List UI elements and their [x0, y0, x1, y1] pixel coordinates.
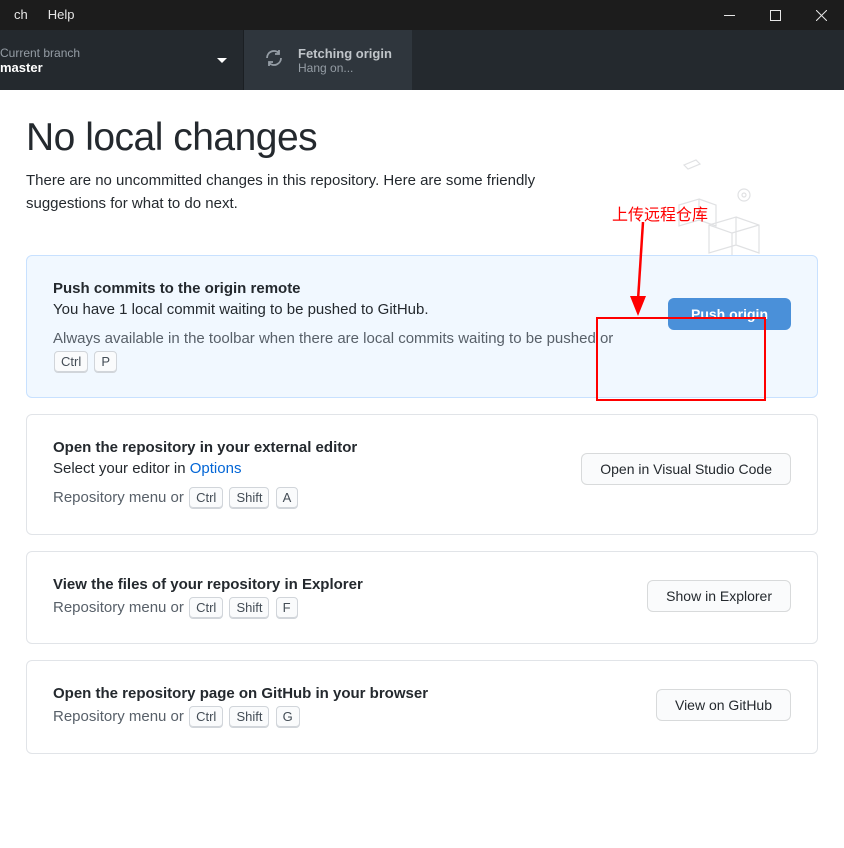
editor-card-hint: Repository menu or Ctrl Shift A [53, 487, 565, 510]
fetch-status: Hang on... [298, 61, 392, 75]
push-card: Push commits to the origin remote You ha… [26, 255, 818, 398]
editor-card-title: Open the repository in your external edi… [53, 439, 565, 456]
kbd-g: G [276, 706, 300, 728]
github-card-hint: Repository menu or Ctrl Shift G [53, 706, 640, 729]
github-card: Open the repository page on GitHub in yo… [26, 660, 818, 754]
sync-icon [264, 48, 284, 73]
page-title: No local changes [26, 116, 818, 160]
editor-card: Open the repository in your external edi… [26, 414, 818, 535]
current-branch-dropdown[interactable]: Current branch master [0, 30, 244, 90]
push-card-desc: You have 1 local commit waiting to be pu… [53, 301, 652, 318]
maximize-button[interactable] [752, 0, 798, 30]
kbd-ctrl: Ctrl [189, 706, 223, 728]
show-explorer-button[interactable]: Show in Explorer [647, 580, 791, 612]
kbd-shift: Shift [229, 706, 269, 728]
branch-label: Current branch [0, 46, 80, 60]
kbd-a: A [276, 487, 299, 509]
push-origin-button[interactable]: Push origin [668, 298, 791, 330]
github-card-title: Open the repository page on GitHub in yo… [53, 685, 640, 702]
kbd-f: F [276, 597, 298, 619]
view-github-button[interactable]: View on GitHub [656, 689, 791, 721]
menu-item-partial[interactable]: ch [4, 0, 38, 30]
push-card-hint: Always available in the toolbar when the… [53, 328, 652, 373]
branch-value: master [0, 60, 80, 75]
kbd-ctrl: Ctrl [189, 487, 223, 509]
minimize-button[interactable] [706, 0, 752, 30]
options-link[interactable]: Options [190, 460, 242, 477]
main-content: No local changes There are no uncommitte… [0, 90, 844, 754]
titlebar: ch Help [0, 0, 844, 30]
editor-card-desc: Select your editor in Options [53, 460, 565, 477]
close-button[interactable] [798, 0, 844, 30]
explorer-card-hint: Repository menu or Ctrl Shift F [53, 597, 631, 620]
window-controls [706, 0, 844, 30]
toolbar: Current branch master Fetching origin Ha… [0, 30, 844, 90]
kbd-shift: Shift [229, 487, 269, 509]
kbd-ctrl: Ctrl [54, 351, 88, 373]
kbd-ctrl: Ctrl [189, 597, 223, 619]
explorer-card-title: View the files of your repository in Exp… [53, 576, 631, 593]
page-subtitle: There are no uncommitted changes in this… [26, 170, 606, 215]
explorer-card: View the files of your repository in Exp… [26, 551, 818, 645]
kbd-p: P [94, 351, 117, 373]
fetch-origin-button[interactable]: Fetching origin Hang on... [244, 30, 412, 90]
chevron-down-icon [217, 51, 227, 69]
fetch-label: Fetching origin [298, 46, 392, 61]
open-editor-button[interactable]: Open in Visual Studio Code [581, 453, 791, 485]
menu-item-help[interactable]: Help [38, 0, 85, 30]
push-card-title: Push commits to the origin remote [53, 280, 652, 297]
kbd-shift: Shift [229, 597, 269, 619]
